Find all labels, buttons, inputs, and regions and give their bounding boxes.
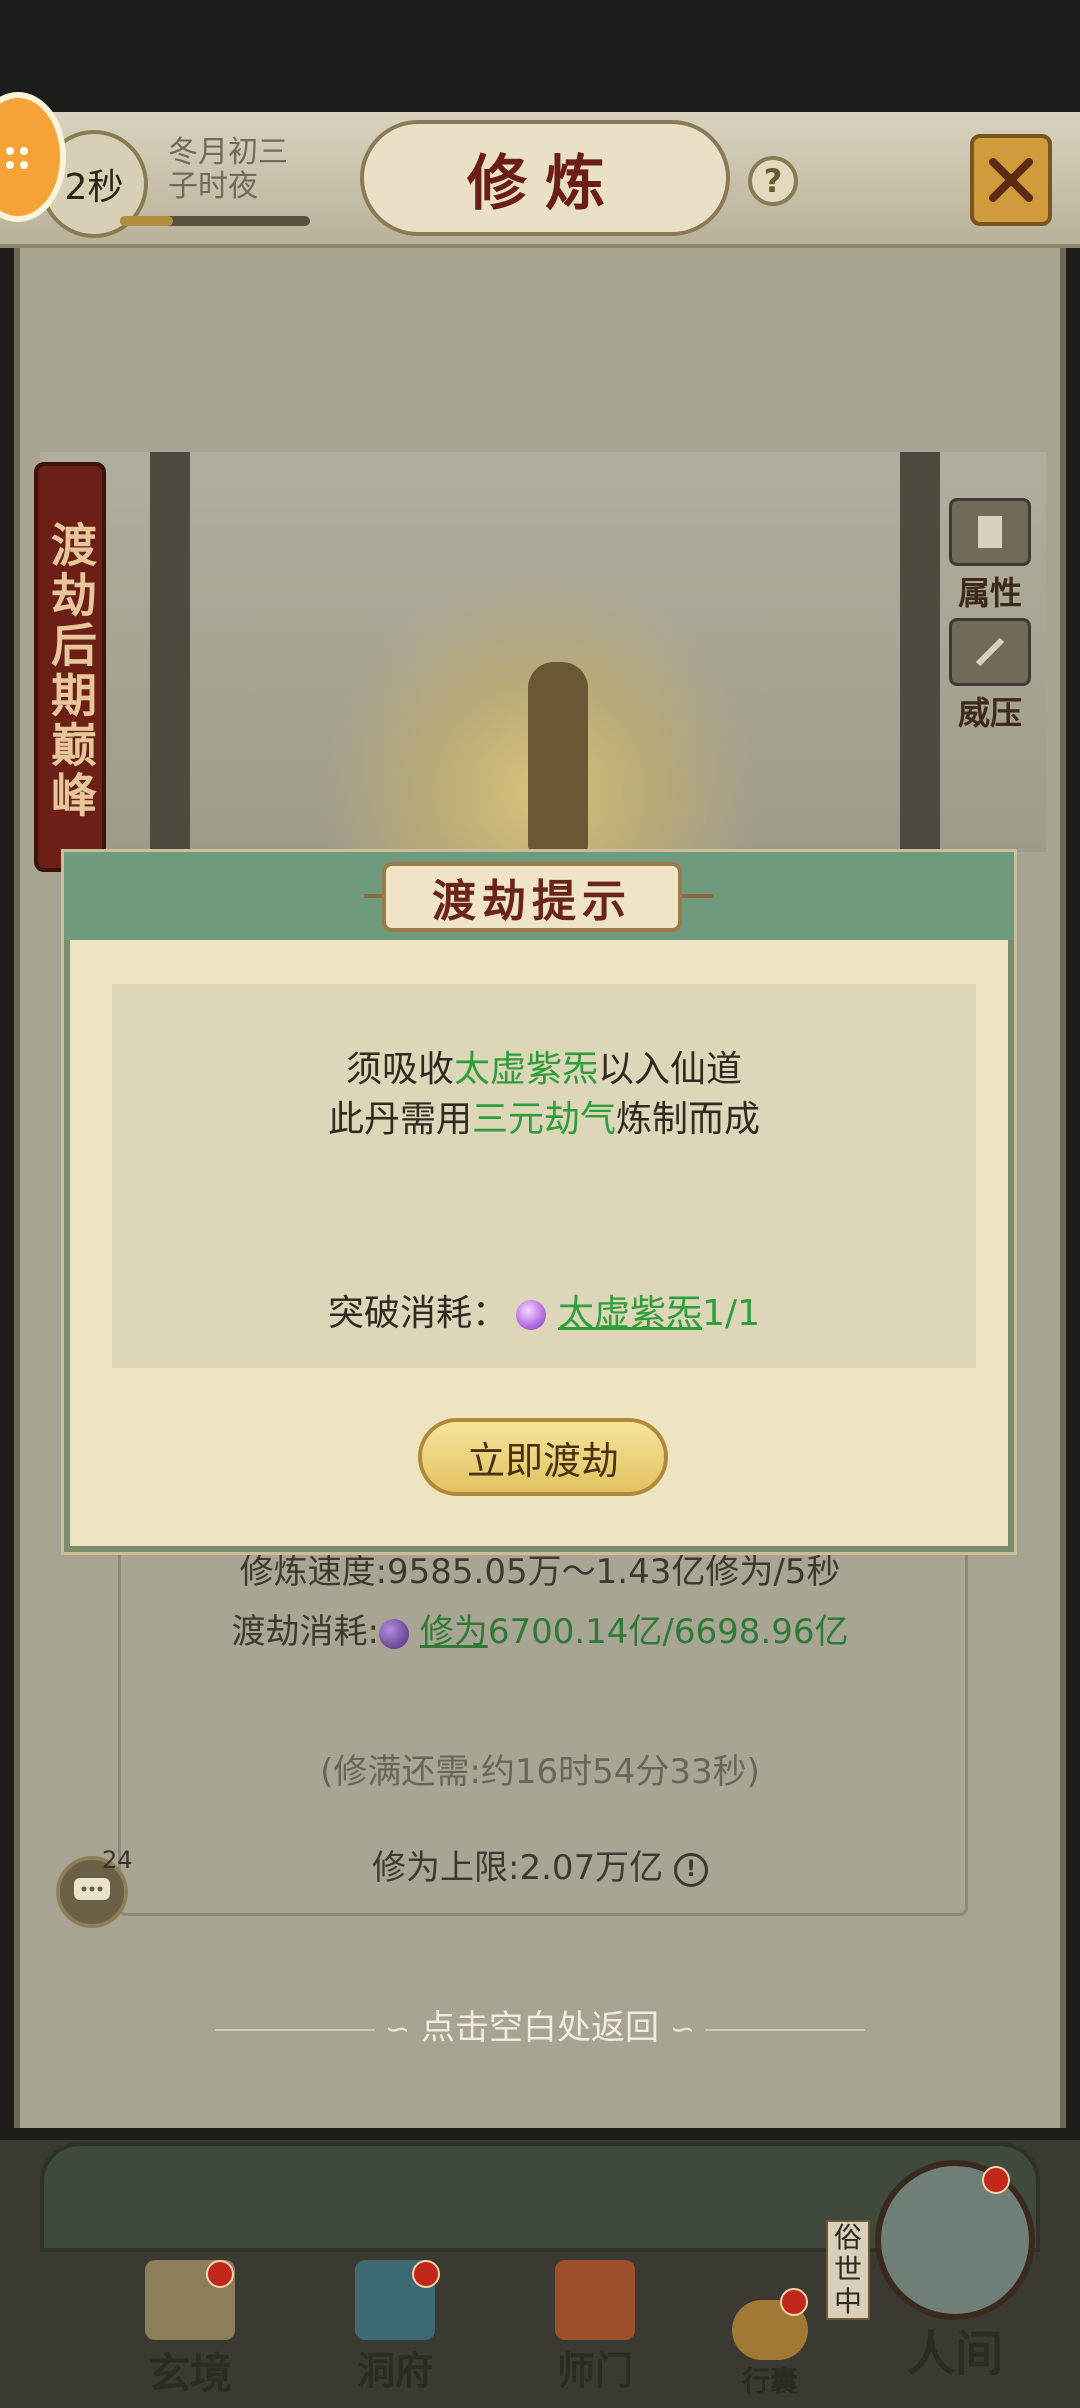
nav-xingnang[interactable]: 行囊 [710, 2300, 830, 2400]
cultivation-orb-icon [379, 1618, 409, 1649]
help-icon[interactable]: ? [748, 156, 798, 206]
line2-prefix: 此丹需用 [327, 1099, 472, 1140]
xingnang-red-dot [780, 2288, 808, 2316]
tribulation-cost-value: 6700.14亿/6698.96亿 [487, 1612, 849, 1652]
nav-xuanjing[interactable]: 玄境 [120, 2260, 260, 2401]
tribulation-dialog: 渡劫提示 须吸收太虚紫炁以入仙道 此丹需用三元劫气炼制而成 突破消耗： 太虚紫炁1… [64, 852, 1014, 1552]
line2-suffix: 炼制而成 [616, 1099, 761, 1140]
status-strip [0, 0, 1080, 110]
breakthrough-cost-item[interactable]: 太虚紫炁 [558, 1293, 702, 1334]
nav-shimen-label: 师门 [556, 2348, 633, 2393]
gamepad-icon [6, 147, 28, 169]
date-line-2: 子时夜 [168, 169, 258, 204]
scene-pillar-left [150, 452, 190, 852]
cultivation-cap-line: 修为上限:2.07万亿 ! [0, 1840, 1080, 1889]
date-line-1: 冬月初三 [168, 135, 288, 170]
close-icon [989, 158, 1033, 202]
world-nav-icon [875, 2160, 1035, 2320]
cloud-right-icon: ∽ [669, 2012, 695, 2047]
remaining-time-line: (修满还需:约16时54分33秒) [0, 1744, 1080, 1793]
dialog-body: 须吸收太虚紫炁以入仙道 此丹需用三元劫气炼制而成 突破消耗： 太虚紫炁1/1 [112, 984, 976, 1368]
attributes-button[interactable]: 属性 [930, 498, 1050, 612]
header-bar: 2秒 冬月初三 子时夜 修炼 ? [0, 112, 1080, 248]
nav-renjian-label: 人间 [906, 2326, 1003, 2382]
hint-divider-left [215, 2028, 376, 2031]
banner-nav-icon [555, 2260, 635, 2340]
nav-xuanjing-label: 玄境 [147, 2349, 232, 2398]
tribulation-cost-item[interactable]: 修为 [420, 1612, 488, 1652]
dialog-title-tag: 渡劫提示 [382, 862, 682, 932]
xuanjing-red-dot [206, 2260, 234, 2288]
page-title: 修炼 [467, 148, 623, 219]
pressure-label: 威压 [957, 694, 1022, 732]
hint-divider-right [704, 2028, 865, 2031]
attributes-label: 属性 [957, 574, 1022, 612]
line1-highlight: 太虚紫炁 [453, 1049, 598, 1090]
chat-count-badge: 24 [102, 1846, 133, 1874]
dialog-line-1: 须吸收太虚紫炁以入仙道 [112, 1040, 976, 1092]
cultivation-cap: 修为上限:2.07万亿 [372, 1848, 664, 1888]
scroll-icon [949, 498, 1031, 566]
breakthrough-cost-line: 突破消耗： 太虚紫炁1/1 [112, 1284, 976, 1336]
line2-highlight: 三元劫气 [471, 1099, 616, 1140]
line1-prefix: 须吸收 [345, 1049, 454, 1090]
dialog-header: 渡劫提示 [64, 852, 1014, 940]
cultivation-scene [40, 452, 1046, 1012]
nav-xingnang-label: 行囊 [741, 2365, 798, 2398]
day-progress-fill [120, 216, 174, 226]
tribulation-cost-line: 渡劫消耗: 修为6700.14亿/6698.96亿 [0, 1604, 1080, 1653]
close-button[interactable] [970, 134, 1052, 226]
cultivator-figure [528, 662, 588, 852]
dongfu-red-dot [412, 2260, 440, 2288]
purple-pill-icon [516, 1300, 547, 1330]
pressure-button[interactable]: 威压 [930, 618, 1050, 732]
breakthrough-cost-label: 突破消耗： [328, 1293, 509, 1334]
dialog-line-2: 此丹需用三元劫气炼制而成 [112, 1090, 976, 1142]
tap-hint-text: 点击空白处返回 [421, 2008, 659, 2048]
bottom-nav: 玄境 洞府 师门 行囊 人间 俗世中 [0, 2140, 1080, 2408]
dialog-title: 渡劫提示 [432, 876, 632, 927]
nav-shimen[interactable]: 师门 [530, 2260, 660, 2395]
breakthrough-cost-count: 1/1 [702, 1293, 760, 1334]
start-tribulation-button[interactable]: 立即渡劫 [418, 1418, 668, 1496]
nav-renjian[interactable]: 人间 [860, 2160, 1050, 2384]
warning-icon[interactable]: ! [673, 1852, 708, 1887]
game-date: 冬月初三 子时夜 [168, 136, 288, 204]
line1-suffix: 以入仙道 [598, 1049, 743, 1090]
title-plaque: 修炼 [360, 120, 730, 236]
chat-icon [74, 1878, 110, 1900]
cloud-left-icon: ∽ [385, 2012, 411, 2047]
renjian-red-dot [982, 2166, 1010, 2194]
remaining-time: (修满还需:约16时54分33秒) [320, 1752, 760, 1792]
sword-icon [949, 618, 1031, 686]
day-progress-bar [120, 216, 310, 226]
tap-to-return-hint[interactable]: ∽ 点击空白处返回 ∽ [0, 2000, 1080, 2049]
world-status-tag: 俗世中 [826, 2220, 870, 2320]
nav-dongfu[interactable]: 洞府 [330, 2260, 460, 2395]
realm-banner: 渡劫后期巅峰 [34, 462, 106, 872]
nav-dongfu-label: 洞府 [356, 2348, 433, 2393]
tribulation-cost-label: 渡劫消耗: [231, 1612, 379, 1652]
